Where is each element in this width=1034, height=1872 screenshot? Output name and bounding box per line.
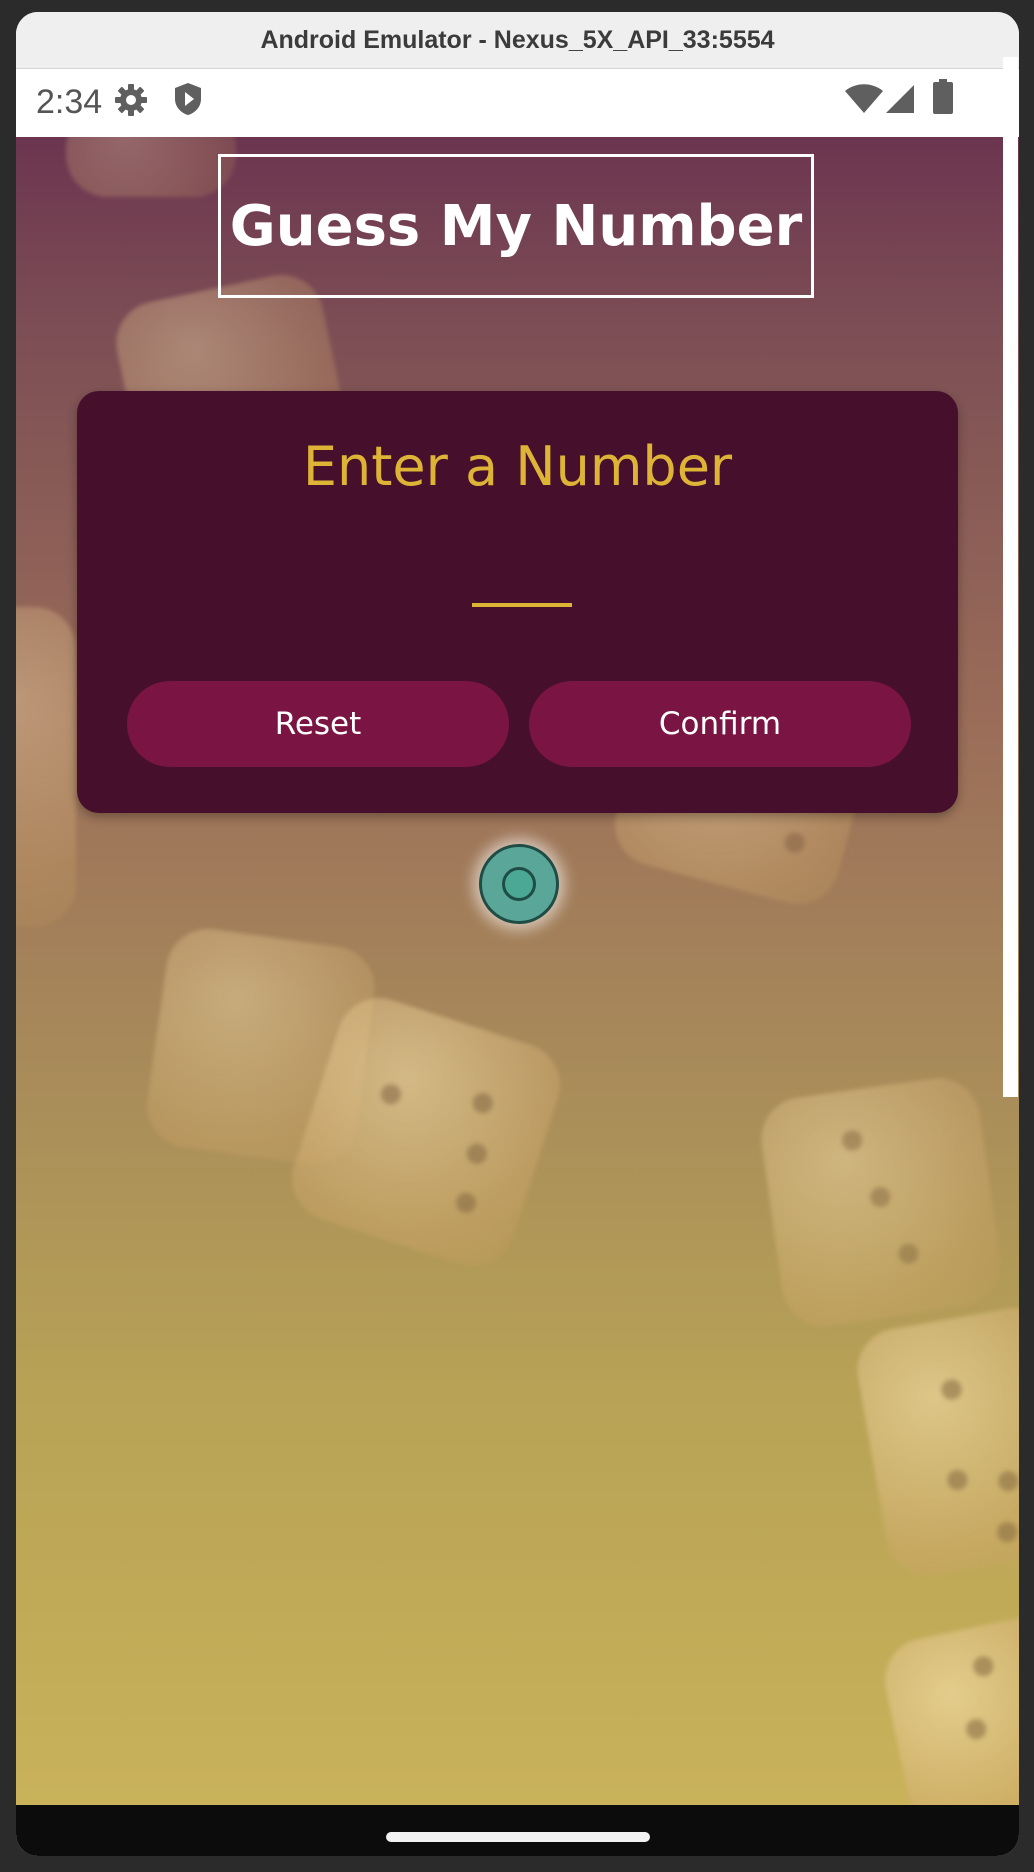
status-time: 2:34 xyxy=(36,83,103,121)
android-navigation-bar xyxy=(16,1805,1019,1856)
app-screen: Guess My Number Enter a Number Reset Con… xyxy=(16,137,1019,1805)
app-title: Guess My Number xyxy=(218,154,814,298)
window-title-bar: Android Emulator - Nexus_5X_API_33:5554 xyxy=(16,12,1019,69)
shield-play-icon xyxy=(172,81,204,122)
android-status-bar: 2:34 xyxy=(16,69,1019,137)
home-gesture-handle[interactable] xyxy=(386,1832,650,1842)
battery-icon xyxy=(932,79,954,120)
confirm-button[interactable]: Confirm xyxy=(529,681,911,767)
reset-button[interactable]: Reset xyxy=(127,681,509,767)
number-input[interactable] xyxy=(472,551,572,607)
enter-number-label: Enter a Number xyxy=(302,435,733,498)
confirm-button-label: Confirm xyxy=(658,706,782,742)
cellular-signal-icon xyxy=(884,83,916,120)
window-edge xyxy=(1003,57,1018,1097)
emulator-window: Android Emulator - Nexus_5X_API_33:5554 … xyxy=(16,12,1019,1856)
wifi-icon xyxy=(844,83,884,120)
touch-pointer-indicator xyxy=(479,844,559,924)
window-title: Android Emulator - Nexus_5X_API_33:5554 xyxy=(260,25,775,54)
reset-button-label: Reset xyxy=(274,706,362,742)
number-input-card: Enter a Number Reset Confirm xyxy=(77,391,958,813)
gear-icon xyxy=(114,83,148,122)
